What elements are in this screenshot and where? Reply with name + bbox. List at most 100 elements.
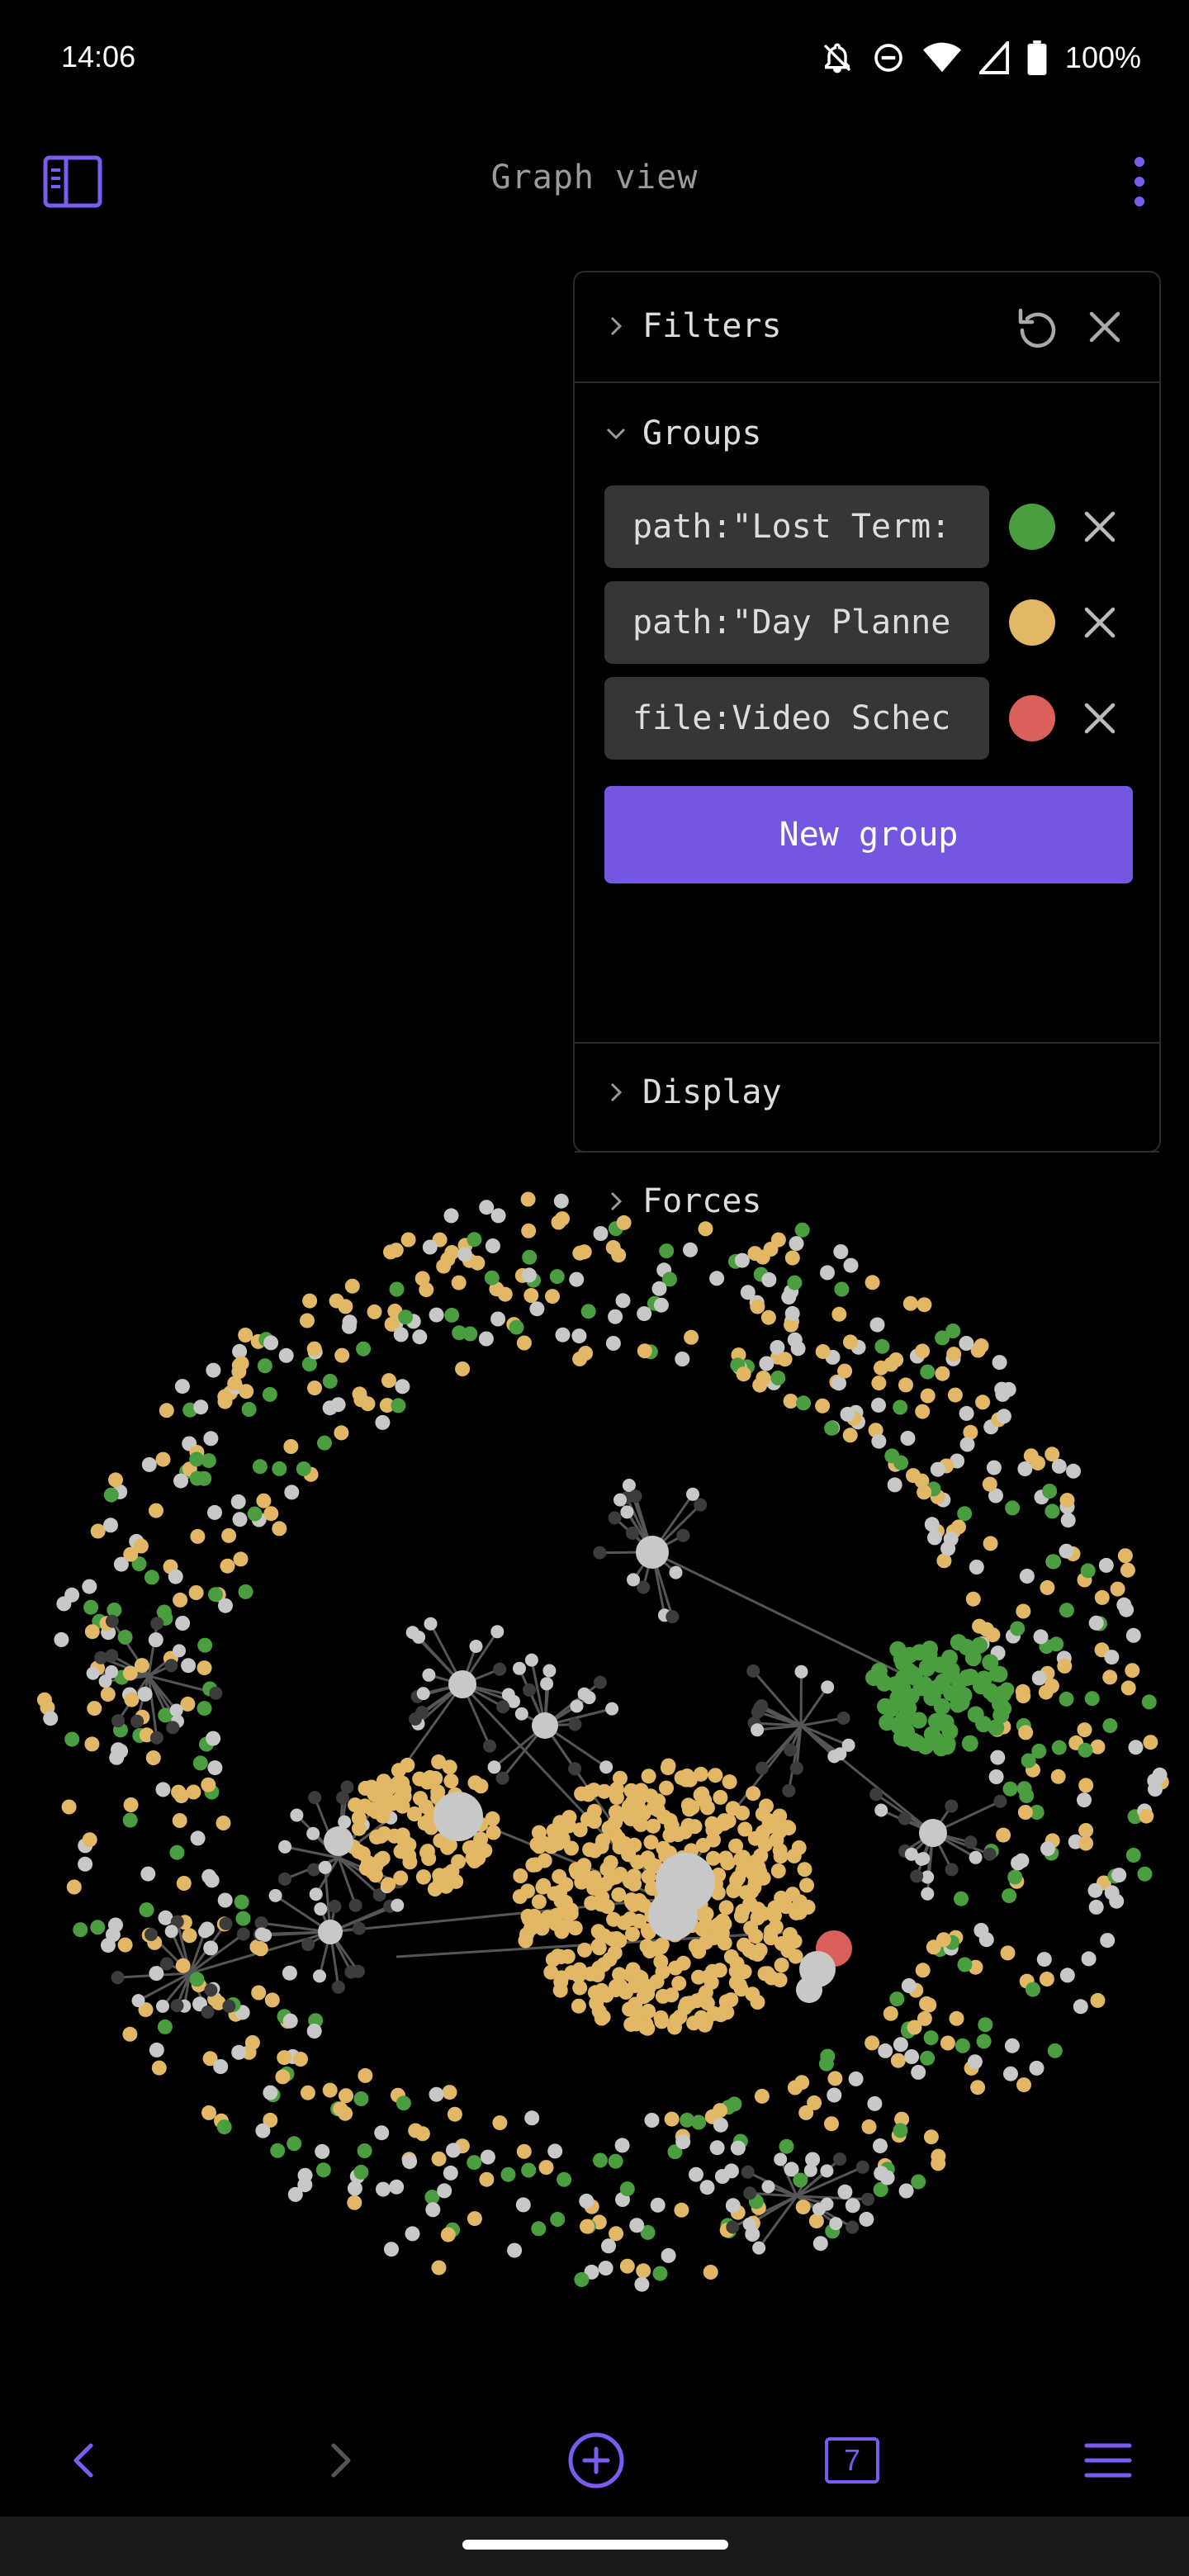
graph-node [921,1641,938,1657]
graph-node [308,1791,322,1805]
graph-node [278,1347,294,1363]
graph-node [991,1665,1008,1683]
graph-node [667,2020,682,2035]
graph-node [513,1868,528,1883]
graph-node [633,1816,649,1832]
graph-node [300,1313,315,1328]
graph-node [1005,1500,1021,1516]
tabs-button[interactable]: 7 [819,2427,885,2493]
group-color-picker[interactable] [1009,504,1055,550]
graph-node [611,1887,627,1902]
graph-node [867,2095,883,2111]
groups-toggle[interactable]: Groups [604,414,762,452]
graph-node [894,1655,912,1672]
graph-node [599,1760,613,1774]
close-icon [1084,511,1116,542]
graph-node [357,2143,372,2158]
graph-node [124,1692,140,1707]
graph-node [784,1743,798,1757]
graph-node [967,2054,983,2070]
group-color-picker[interactable] [1009,599,1055,646]
graph-node [432,1868,448,1883]
graph-node [1050,1769,1066,1784]
graph-node [457,1247,472,1262]
more-options-button[interactable] [1115,152,1164,211]
graph-node [920,1364,936,1380]
graph-node [525,1857,541,1873]
graph-node [893,2037,908,2053]
graph-node [513,1661,526,1675]
new-group-button[interactable]: New group [604,786,1133,883]
display-toggle[interactable]: Display [604,1073,782,1111]
graph-node [784,1250,800,1266]
graph-node [898,1811,912,1825]
graph-node [797,1862,812,1878]
graph-node [670,1827,686,1843]
graph-node [869,1317,885,1333]
graph-node [878,2043,893,2058]
graph-node [232,1512,248,1527]
graph-node [737,1937,751,1953]
forward-button[interactable] [307,2427,373,2493]
graph-node [576,1864,591,1880]
remove-group-button[interactable] [1078,505,1121,548]
graph-node [923,1726,940,1743]
remove-group-button[interactable] [1078,697,1121,740]
remove-group-button[interactable] [1078,601,1121,644]
group-query-input[interactable]: path:"Lost Term: [604,485,989,568]
graph-node [794,1222,810,1238]
graph-node [175,1958,191,1973]
graph-node [306,1341,322,1357]
filters-toggle[interactable]: Filters [604,307,782,345]
graph-node [990,1750,1006,1765]
group-query-input[interactable]: path:"Day Planne [604,581,989,664]
graph-node [230,1494,246,1509]
graph-canvas[interactable] [0,1156,1189,2361]
graph-node [190,1830,206,1846]
graph-node [610,1830,626,1846]
menu-button[interactable] [1075,2427,1141,2493]
home-indicator[interactable] [462,2540,728,2550]
back-button[interactable] [51,2427,117,2493]
graph-node [709,2140,725,2156]
graph-node [630,1854,646,1870]
graph-node [614,2138,630,2153]
graph-node [1031,1670,1047,1686]
graph-node [869,1788,883,1802]
graph-node [540,1677,554,1691]
group-color-picker[interactable] [1009,695,1055,741]
graph-node [1137,1866,1153,1882]
graph-node [315,2162,331,2178]
graph-node [1066,1463,1081,1479]
graph-node [159,1957,173,1971]
graph-node [760,1309,776,1325]
graph-node [993,1794,1007,1808]
graph-node [1059,1968,1075,1983]
graph-node [593,1546,607,1560]
graph-node [424,1617,438,1631]
group-query-input[interactable]: file:Video Schec [604,677,989,760]
graph-node [598,2261,613,2276]
graph-node [1002,1888,1017,1904]
graph-node [893,2123,908,2138]
graph-node [859,2211,874,2227]
graph-node [628,1997,643,2013]
graph-node [972,1618,988,1634]
graph-node [490,1208,506,1224]
graph-node [1004,2038,1020,2053]
graph-node [889,1717,907,1733]
graph-node [282,2013,298,2029]
groups-label: Groups [642,414,762,452]
graph-node [959,1669,976,1686]
close-panel-button[interactable] [1082,304,1128,350]
graph-node [553,1825,569,1840]
graph-node [313,1969,326,1983]
new-note-button[interactable] [563,2427,629,2493]
graph-node [831,1306,847,1322]
graph-node [577,1942,592,1958]
reset-filters-button[interactable] [1014,304,1060,350]
graph-node [611,1248,627,1263]
graph-node [538,2160,554,2176]
graph-node [808,2214,824,2228]
chevron-right-icon [610,316,623,336]
